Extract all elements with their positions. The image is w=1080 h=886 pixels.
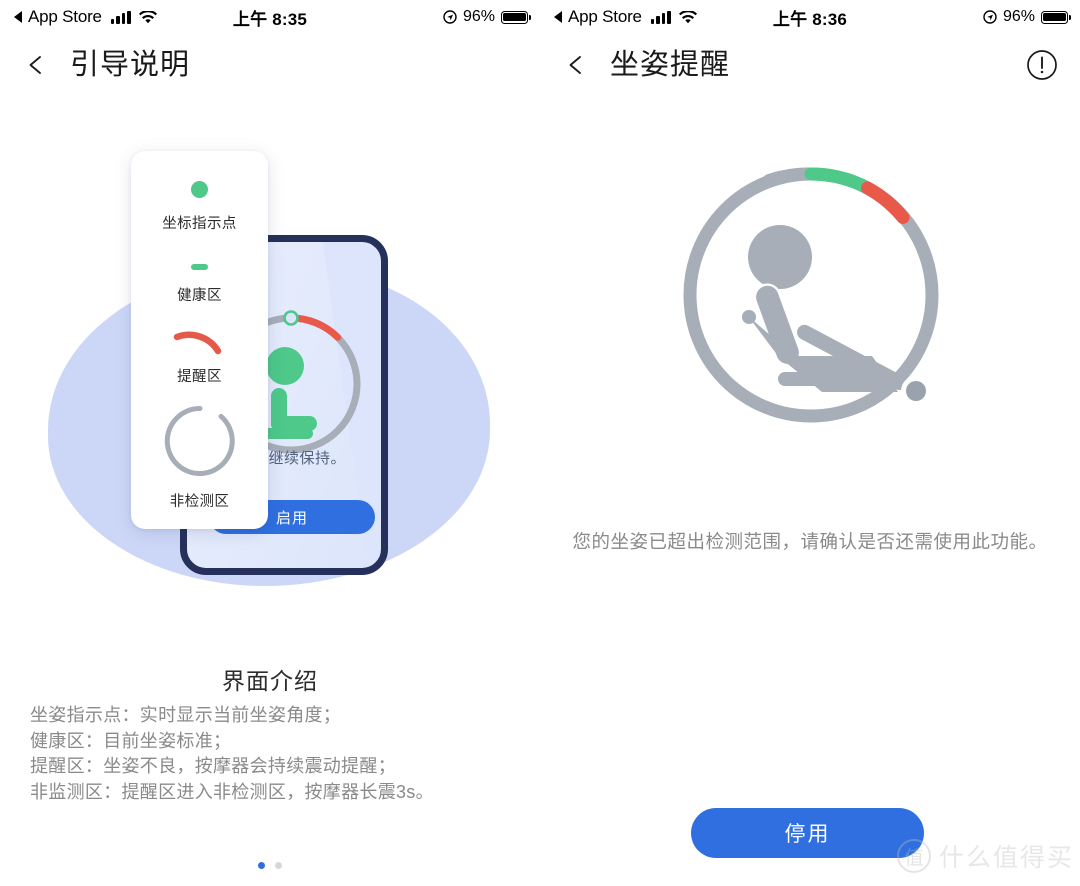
legend-label: 提醒区 [177,369,222,385]
intro-line: 提醒区：坐姿不良，按摩器会持续震动提醒； [30,756,396,776]
legend-label: 非检测区 [169,494,230,510]
posture-status-description: 您的坐姿已超出检测范围，请确认是否还需使用此功能。 [572,531,1048,552]
legend-item-healthy-zone: 健康区 [177,264,222,305]
battery-percent-label: 96% [462,8,495,25]
battery-full-icon [501,10,531,24]
pagination-dots[interactable] [0,862,540,869]
location-arrow-icon [443,10,457,24]
status-bar-right-group: 96% [983,8,1071,26]
intro-line: 坐姿指示点：实时显示当前坐姿角度； [30,705,342,725]
header-right: 坐姿提醒 [540,34,1080,96]
stop-button[interactable]: 停用 [691,808,924,858]
arrow-left-icon[interactable] [562,50,592,80]
legend-item-no-detection-zone: 非检测区 [163,404,237,511]
legend-card: 坐标指示点 健康区 提醒区 非检测区 [131,151,268,529]
posture-gauge [676,160,946,435]
green-dot-icon [191,181,208,198]
guide-illustration: 准，请继续保持。 启用 坐标指示点 健康区 提醒区 非检测区 [0,110,540,586]
left-screen: App Store 上午 8:35 96% 引导说明 准，请继续保持。 启用 坐… [0,0,540,886]
arrow-left-icon[interactable] [22,50,52,80]
status-bar-right: App Store 上午 8:36 96% [540,0,1080,34]
right-screen: App Store 上午 8:36 96% 坐姿提醒 您的坐姿已超出检测范围，请… [540,0,1080,886]
battery-percent-label: 96% [1002,8,1035,25]
header-left: 引导说明 [0,34,540,96]
status-bar-left: App Store 上午 8:35 96% [0,0,540,34]
status-bar-right-group: 96% [443,8,531,26]
legend-item-alert-zone: 提醒区 [173,329,227,386]
page-title: 引导说明 [70,48,191,81]
gray-ring-icon [164,405,235,476]
location-arrow-icon [983,10,997,24]
watermark-logo-icon: 值 [896,839,931,873]
legend-label: 健康区 [177,288,222,304]
posture-gauge-icon [683,167,939,423]
intro-description-list: 坐姿指示点：实时显示当前坐姿角度； 健康区：目前坐姿标准； 提醒区：坐姿不良，按… [30,703,520,805]
green-bar-icon [190,264,208,270]
intro-title: 界面介绍 [222,668,318,694]
battery-full-icon [1041,10,1071,24]
legend-label: 坐标指示点 [162,216,237,232]
pagination-dot-active[interactable] [258,862,265,869]
exclamation-circle-icon[interactable] [1026,49,1058,81]
intro-line: 非监测区：提醒区进入非检测区，按摩器长震3s。 [30,781,434,802]
watermark-text: 什么值得买 [938,844,1074,872]
watermark: 值 什么值得买 [896,838,1074,874]
page-title: 坐姿提醒 [610,48,731,81]
red-arc-icon [173,331,221,355]
pagination-dot[interactable] [275,862,282,869]
intro-line: 健康区：目前坐姿标准； [30,730,232,751]
dual-screenshot-container: App Store 上午 8:35 96% 引导说明 准，请继续保持。 启用 坐… [0,0,1080,886]
legend-item-indicator-dot: 坐标指示点 [162,181,237,233]
